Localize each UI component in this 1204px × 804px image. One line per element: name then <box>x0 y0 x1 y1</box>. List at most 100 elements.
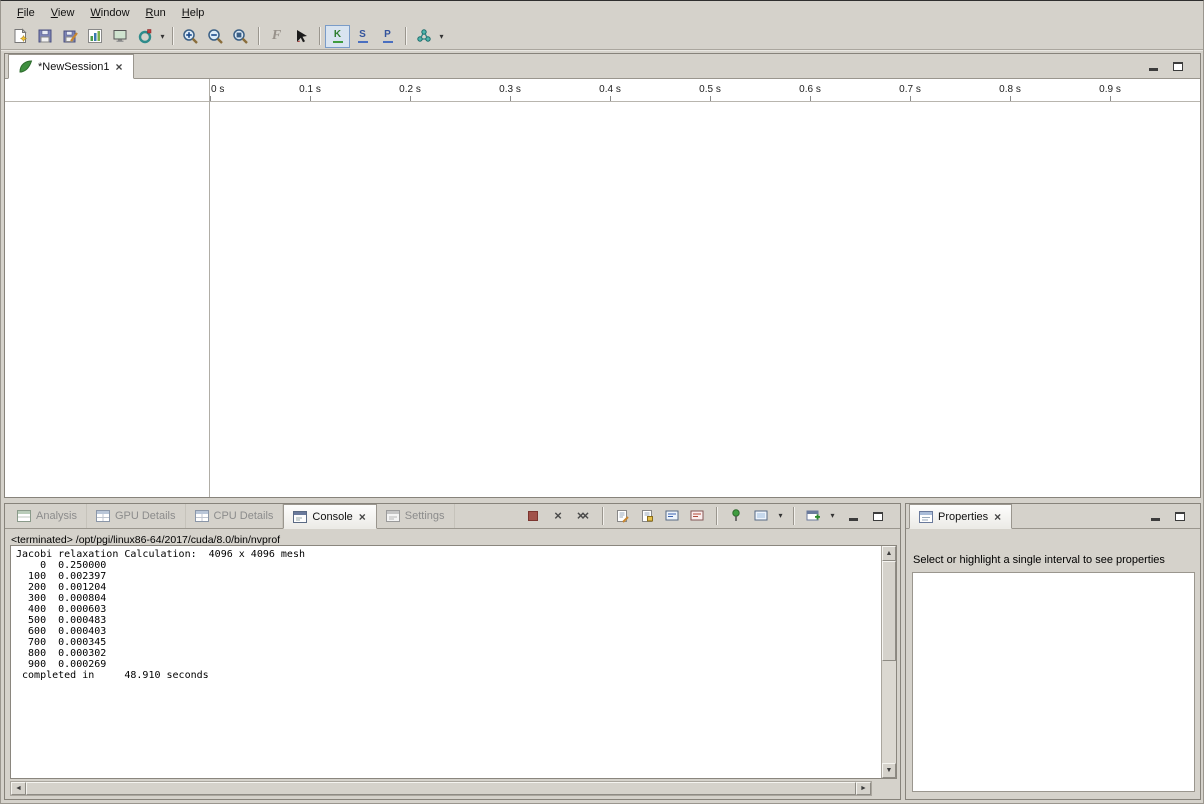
maximize-icon[interactable] <box>869 509 886 524</box>
console-line: 300 0.000804 <box>16 593 881 604</box>
scroll-down-icon[interactable]: ▼ <box>882 763 896 778</box>
display-selected-dropdown-arrow[interactable]: ▾ <box>776 511 785 520</box>
settings-tab-icon <box>386 510 400 522</box>
tab-console-label: Console <box>312 511 352 523</box>
menu-window[interactable]: Window <box>82 4 137 22</box>
ruler-tick-label: 0.1 s <box>299 84 321 95</box>
console-line: 600 0.000403 <box>16 626 881 637</box>
menu-view[interactable]: View <box>43 4 83 22</box>
clear-console-button[interactable] <box>611 506 633 526</box>
scroll-left-icon[interactable]: ◄ <box>11 782 26 795</box>
remove-launch-icon: × <box>554 510 562 522</box>
scroll-lock-button[interactable] <box>636 506 658 526</box>
minimize-icon[interactable] <box>1145 59 1162 74</box>
zoom-in-icon <box>182 28 199 45</box>
properties-hint-text: Select or highlight a single interval to… <box>913 554 1165 566</box>
console-tab-close-icon[interactable]: × <box>358 512 367 522</box>
zoom-out-button[interactable] <box>203 25 228 48</box>
console-line: 400 0.000603 <box>16 604 881 615</box>
properties-tab-close-icon[interactable]: × <box>993 512 1002 522</box>
console-vertical-scrollbar[interactable]: ▲ ▼ <box>881 546 896 778</box>
properties-tab-icon <box>919 511 933 523</box>
minimize-icon[interactable] <box>1147 509 1164 524</box>
show-stderr-icon <box>690 510 704 522</box>
menu-file[interactable]: File <box>9 4 43 22</box>
show-stderr-button[interactable] <box>686 506 708 526</box>
new-session-icon <box>12 28 28 44</box>
remove-all-terminated-icon: ×× <box>577 510 586 522</box>
open-console-dropdown-arrow[interactable]: ▾ <box>828 511 837 520</box>
zoom-fit-button[interactable] <box>228 25 253 48</box>
scroll-right-icon[interactable]: ► <box>856 782 871 795</box>
tab-analysis-label: Analysis <box>36 510 77 522</box>
menu-run[interactable]: Run <box>138 4 174 22</box>
tab-properties[interactable]: Properties × <box>909 504 1012 529</box>
toolbar-separator <box>716 507 717 525</box>
tab-settings-label: Settings <box>405 510 445 522</box>
tab-properties-label: Properties <box>938 511 988 523</box>
show-stdout-icon <box>665 510 679 522</box>
tab-gpu-details[interactable]: GPU Details <box>87 504 186 528</box>
selection-mode-button[interactable] <box>289 25 314 48</box>
free-camera-button[interactable]: F <box>264 25 289 48</box>
console-line: Jacobi relaxation Calculation: 4096 x 40… <box>16 549 881 560</box>
kernel-coloring-button[interactable]: K <box>325 25 350 48</box>
tab-console[interactable]: Console × <box>283 504 376 529</box>
terminate-icon <box>528 511 538 521</box>
toolbar-separator <box>405 27 406 45</box>
clear-console-icon <box>615 509 629 523</box>
ruler-tick-label: 0.9 s <box>1099 84 1121 95</box>
remove-launch-button[interactable]: × <box>547 506 569 526</box>
timeline-area[interactable]: 0 s 0.1 s 0.2 s 0.3 s 0.4 s 0.5 s 0.6 s … <box>5 79 1200 497</box>
remove-all-terminated-button[interactable]: ×× <box>572 506 594 526</box>
horizontal-scrollbar-thumb[interactable] <box>26 782 856 795</box>
zoom-in-button[interactable] <box>178 25 203 48</box>
ruler-tick-label: 0.5 s <box>699 84 721 95</box>
tab-analysis[interactable]: Analysis <box>8 504 87 528</box>
timeline-chart-button[interactable] <box>82 25 107 48</box>
new-session-button[interactable] <box>7 25 32 48</box>
properties-tab-strip: Properties × <box>906 504 1200 529</box>
console-horizontal-scrollbar[interactable]: ◄ ► <box>10 781 872 796</box>
stream-letter-icon: S <box>359 30 366 40</box>
save-as-button[interactable] <box>57 25 82 48</box>
refresh-button[interactable] <box>132 25 157 48</box>
ruler-tick-label: 0.7 s <box>899 84 921 95</box>
session-tab[interactable]: *NewSession1 × <box>8 54 134 79</box>
open-console-button[interactable] <box>802 506 824 526</box>
console-output-area[interactable]: Jacobi relaxation Calculation: 4096 x 40… <box>10 545 897 779</box>
run-analysis-button[interactable] <box>411 25 436 48</box>
menu-help[interactable]: Help <box>174 4 213 22</box>
console-panel: Analysis GPU Details CPU Details Console <box>4 503 901 800</box>
console-line: 200 0.001204 <box>16 582 881 593</box>
vertical-scrollbar-thumb[interactable] <box>882 561 896 661</box>
refresh-dropdown-arrow[interactable]: ▾ <box>158 32 167 41</box>
display-selected-console-button[interactable] <box>750 506 772 526</box>
console-line: 900 0.000269 <box>16 659 881 670</box>
system-monitor-button[interactable] <box>107 25 132 48</box>
ruler-tick-label: 0 s <box>211 84 224 95</box>
scroll-up-icon[interactable]: ▲ <box>882 546 896 561</box>
session-tab-close-icon[interactable]: × <box>115 62 124 72</box>
console-tab-icon <box>293 511 307 523</box>
ruler-tick-label: 0.2 s <box>399 84 421 95</box>
nvvp-window: File View Window Run Help <box>0 0 1204 804</box>
terminate-button[interactable] <box>522 506 544 526</box>
analysis-dropdown-arrow[interactable]: ▾ <box>437 32 446 41</box>
tab-cpu-details-label: CPU Details <box>214 510 274 522</box>
console-text: Jacobi relaxation Calculation: 4096 x 40… <box>11 546 881 778</box>
console-panel-controls <box>845 509 886 524</box>
maximize-icon[interactable] <box>1169 59 1186 74</box>
pin-console-button[interactable] <box>725 506 747 526</box>
maximize-icon[interactable] <box>1171 509 1188 524</box>
tab-settings[interactable]: Settings <box>377 504 455 528</box>
show-stdout-button[interactable] <box>661 506 683 526</box>
name-column-sash[interactable] <box>209 79 210 497</box>
process-coloring-button[interactable]: P <box>375 25 400 48</box>
minimize-icon[interactable] <box>845 509 862 524</box>
stream-coloring-button[interactable]: S <box>350 25 375 48</box>
tab-cpu-details[interactable]: CPU Details <box>186 504 284 528</box>
console-tab-strip: Analysis GPU Details CPU Details Console <box>5 504 900 529</box>
save-button[interactable] <box>32 25 57 48</box>
console-line: 100 0.002397 <box>16 571 881 582</box>
